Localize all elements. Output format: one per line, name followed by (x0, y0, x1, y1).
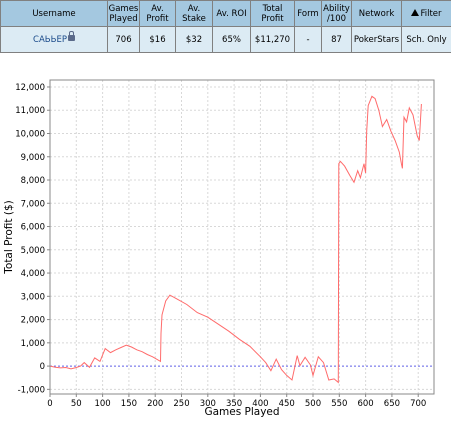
x-axis-label: Games Played (204, 406, 279, 418)
y-axis-ticks: -1,000 0 1,000 2,000 3,000 4,000 5,000 6,000 7,0… (15, 83, 50, 395)
y-tick-label: 2,000 (21, 316, 45, 326)
x-tick-label: 550 (331, 399, 347, 409)
header-filter[interactable]: Filter (401, 0, 451, 27)
profit-chart: -1,000 0 1,000 2,000 3,000 4,000 5,000 6,000 7,0… (0, 72, 451, 423)
x-tick-label: 600 (357, 399, 373, 409)
header-filter-label: Filter (420, 8, 442, 19)
x-tick-label: 200 (147, 399, 163, 409)
x-tick-label: 250 (173, 399, 189, 409)
x-tick-label: 450 (279, 399, 295, 409)
cell-games-played: 706 (107, 26, 140, 53)
header-games-played[interactable]: Games Played (107, 0, 140, 27)
cell-filter: Sch. Only (401, 26, 451, 53)
x-tick-label: 100 (94, 399, 110, 409)
y-tick-label: 12,000 (15, 83, 45, 93)
cell-total-profit: $11,270 (250, 26, 295, 53)
header-total-profit[interactable]: Total Profit (250, 0, 295, 27)
header-form[interactable]: Form (294, 0, 322, 27)
y-tick-label: 4,000 (21, 269, 45, 279)
cell-username[interactable]: CAЬЬEP (0, 26, 108, 53)
x-tick-label: 50 (71, 399, 82, 409)
cell-av-roi: 65% (212, 26, 251, 53)
x-tick-label: 700 (410, 399, 426, 409)
header-av-profit[interactable]: Av. Profit (139, 0, 176, 27)
x-tick-label: 650 (384, 399, 400, 409)
y-tick-label: 10,000 (15, 129, 45, 139)
y-tick-label: 6,000 (21, 223, 45, 233)
y-tick-label: -1,000 (18, 385, 45, 395)
x-tick-label: 0 (47, 399, 52, 409)
cell-av-stake: $32 (175, 26, 213, 53)
header-username[interactable]: Username (0, 0, 108, 27)
y-tick-label: 3,000 (21, 292, 45, 302)
header-av-stake[interactable]: Av. Stake (175, 0, 213, 27)
y-tick-label: 5,000 (21, 246, 45, 256)
table-header-row: Username Games Played Av. Profit Av. Sta… (0, 0, 451, 27)
y-tick-label: 8,000 (21, 176, 45, 186)
y-tick-label: 11,000 (15, 106, 45, 116)
x-tick-label: 150 (121, 399, 137, 409)
cell-av-profit: $16 (139, 26, 176, 53)
cell-ability: 87 (321, 26, 352, 53)
header-ability[interactable]: Ability /100 (321, 0, 352, 27)
y-tick-label: 9,000 (21, 153, 45, 163)
username-text: CAЬЬEP (33, 34, 67, 45)
y-tick-label: 0 (40, 362, 45, 372)
table-row: CAЬЬEP 706 $16 $32 65% $11,270 - 87 Poke… (0, 26, 451, 53)
filter-arrow-icon (411, 8, 420, 16)
y-tick-label: 7,000 (21, 199, 45, 209)
player-stats-table: Username Games Played Av. Profit Av. Sta… (0, 0, 451, 53)
header-av-roi[interactable]: Av. ROI (212, 0, 251, 27)
plot-area (50, 80, 434, 394)
header-network[interactable]: Network (351, 0, 402, 27)
cell-network: PokerStars (351, 26, 402, 53)
y-axis-label: Total Profit ($) (3, 200, 15, 274)
cell-form: - (294, 26, 322, 53)
y-tick-label: 1,000 (21, 339, 45, 349)
profit-chart-svg: -1,00001,0002,0003,0004,0005,0006,0007,0… (3, 79, 435, 418)
lock-icon (67, 30, 75, 41)
x-tick-label: 500 (305, 399, 321, 409)
